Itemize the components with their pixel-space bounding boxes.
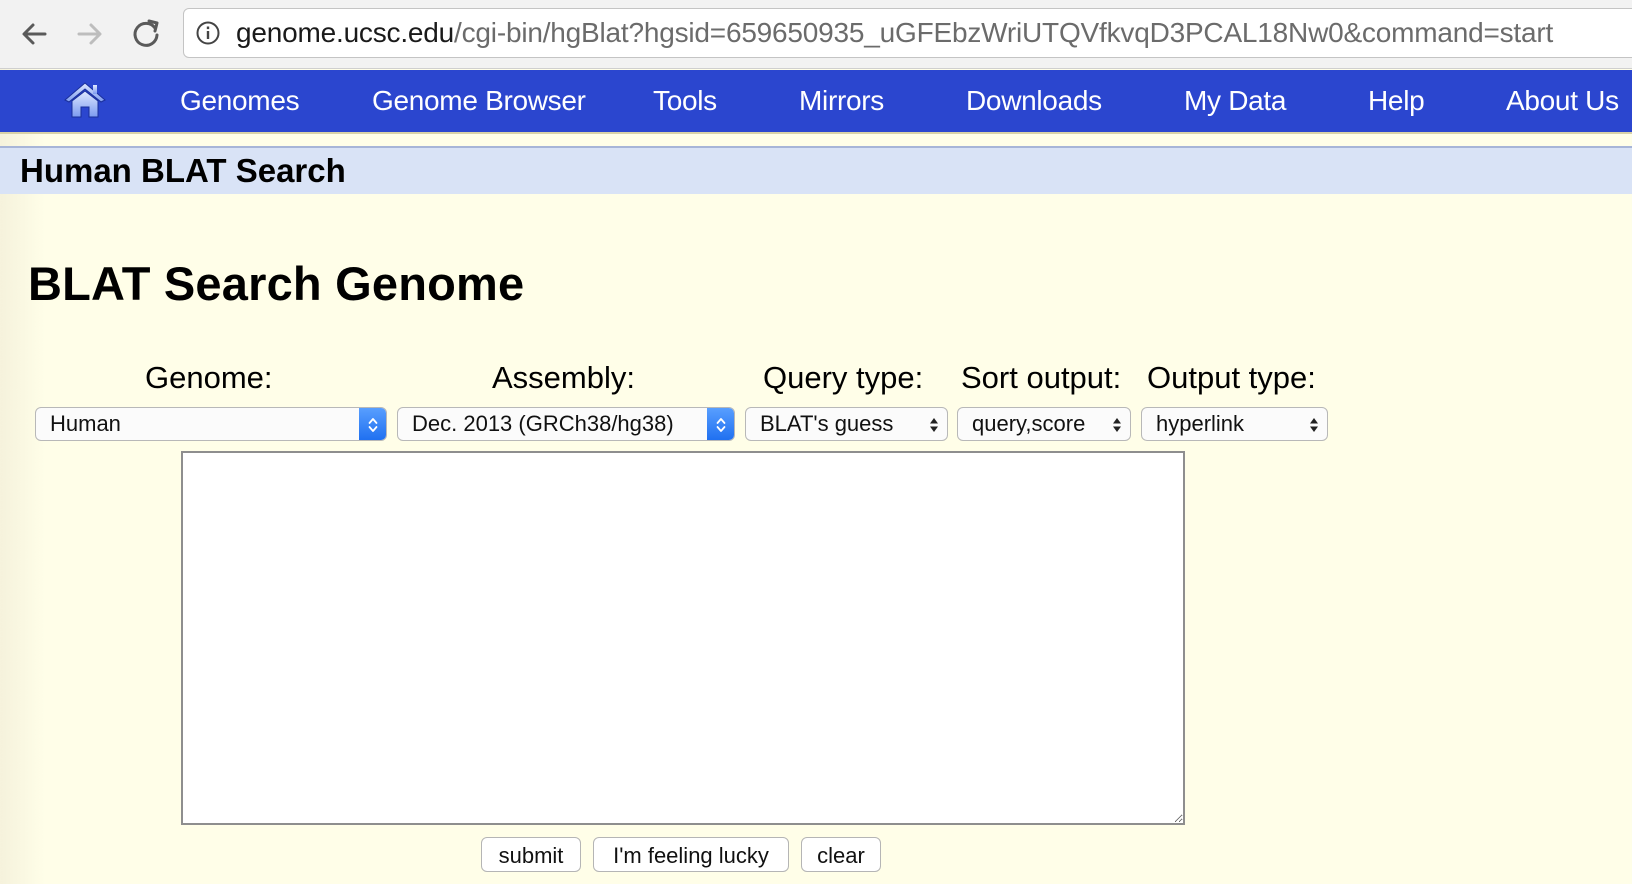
genome-select-value: Human — [50, 411, 121, 436]
nav-about-us[interactable]: About Us — [1506, 70, 1619, 132]
back-button[interactable] — [14, 14, 54, 54]
forward-button[interactable] — [70, 14, 110, 54]
query-type-select[interactable]: BLAT's guess — [745, 407, 948, 441]
sequence-textarea[interactable] — [181, 451, 1185, 825]
nav-help[interactable]: Help — [1368, 70, 1425, 132]
output-type-select[interactable]: hyperlink — [1141, 407, 1328, 441]
submit-button[interactable]: submit — [481, 837, 581, 872]
output-type-label: Output type: — [1147, 360, 1316, 395]
sort-output-select[interactable]: query,score — [957, 407, 1131, 441]
info-icon[interactable] — [196, 21, 220, 45]
arrow-left-icon — [22, 23, 47, 45]
page-title-bar: Human BLAT Search — [0, 146, 1632, 194]
reload-button[interactable] — [126, 14, 166, 54]
nav-tools[interactable]: Tools — [653, 70, 717, 132]
url-text: genome.ucsc.edu/cgi-bin/hgBlat?hgsid=659… — [236, 18, 1553, 48]
assembly-select[interactable]: Dec. 2013 (GRCh38/hg38) — [397, 407, 735, 441]
home-icon — [64, 82, 106, 118]
genome-select[interactable]: Human — [35, 407, 387, 441]
arrow-right-icon — [77, 23, 102, 45]
nav-genome-browser[interactable]: Genome Browser — [372, 70, 586, 132]
feeling-lucky-button[interactable]: I'm feeling lucky — [593, 837, 789, 872]
chevron-up-down-icon — [716, 418, 726, 432]
site-nav: Genomes Genome Browser Tools Mirrors Dow… — [0, 70, 1632, 134]
nav-genomes[interactable]: Genomes — [180, 70, 300, 132]
up-down-arrows-icon — [1113, 418, 1121, 432]
sort-output-select-value: query,score — [972, 411, 1086, 436]
browser-toolbar: genome.ucsc.edu/cgi-bin/hgBlat?hgsid=659… — [0, 0, 1632, 69]
output-type-select-value: hyperlink — [1156, 411, 1245, 436]
query-type-label: Query type: — [763, 360, 924, 395]
clear-button[interactable]: clear — [801, 837, 881, 872]
query-type-select-value: BLAT's guess — [760, 411, 894, 436]
assembly-select-value: Dec. 2013 (GRCh38/hg38) — [412, 411, 674, 436]
nav-my-data[interactable]: My Data — [1184, 70, 1286, 132]
page-heading: BLAT Search Genome — [28, 257, 525, 310]
nav-downloads[interactable]: Downloads — [966, 70, 1102, 132]
genome-label: Genome: — [145, 360, 273, 395]
up-down-arrows-icon — [930, 418, 938, 432]
assembly-label: Assembly: — [492, 360, 635, 395]
url-path: /cgi-bin/hgBlat?hgsid=659650935_uGFEbzWr… — [454, 17, 1554, 48]
url-host: genome.ucsc.edu — [236, 17, 455, 48]
reload-icon — [133, 19, 159, 47]
up-down-arrows-icon — [1310, 418, 1318, 432]
address-bar[interactable]: genome.ucsc.edu/cgi-bin/hgBlat?hgsid=659… — [183, 8, 1632, 58]
nav-mirrors[interactable]: Mirrors — [799, 70, 884, 132]
sort-output-label: Sort output: — [961, 360, 1122, 395]
chevron-up-down-icon — [368, 418, 378, 432]
home-link[interactable] — [63, 80, 107, 120]
page-title: Human BLAT Search — [20, 152, 346, 189]
